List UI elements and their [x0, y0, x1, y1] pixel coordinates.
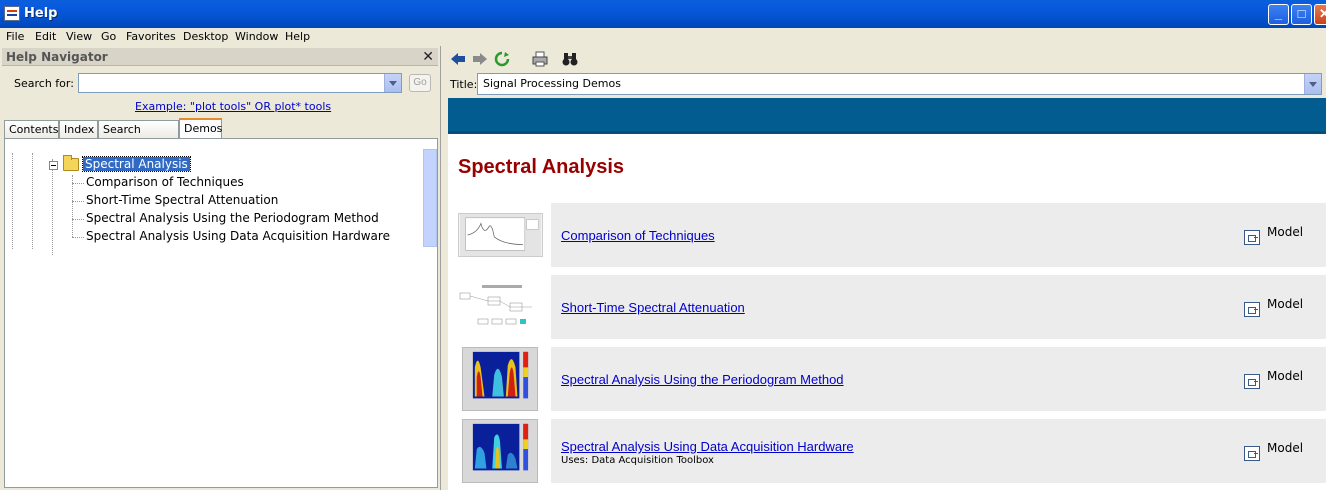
tree-guide-line	[32, 153, 33, 249]
title-select-value: Signal Processing Demos	[483, 77, 621, 90]
menu-desktop[interactable]: Desktop	[183, 30, 228, 43]
menu-view[interactable]: View	[66, 30, 92, 43]
menu-window[interactable]: Window	[235, 30, 278, 43]
demos-tree: Spectral Analysis Comparison of Techniqu…	[4, 138, 438, 488]
window-title: Help	[24, 6, 58, 21]
demo-thumbnail-comparison[interactable]	[458, 213, 543, 257]
tree-item-label: Comparison of Techniques	[86, 175, 244, 189]
search-example-link[interactable]: Example: "plot tools" OR plot* tools	[135, 100, 331, 113]
simulink-model-icon[interactable]	[1244, 302, 1260, 317]
tree-item-label: Spectral Analysis Using Data Acquisition…	[86, 229, 390, 243]
maximize-button[interactable]: □	[1291, 4, 1312, 25]
demo-box: Short-Time Spectral Attenuation Model	[551, 275, 1326, 339]
demo-row: Short-Time Spectral Attenuation Model	[448, 275, 1326, 339]
title-select[interactable]: Signal Processing Demos	[477, 73, 1322, 95]
window-titlebar[interactable]: Help _ □ ✕	[0, 0, 1326, 28]
menu-go[interactable]: Go	[101, 30, 116, 43]
find-binoculars-icon[interactable]	[562, 51, 578, 67]
model-label[interactable]: Model	[1267, 369, 1303, 383]
demo-box: Spectral Analysis Using the Periodogram …	[551, 347, 1326, 411]
search-label: Search for:	[14, 77, 74, 90]
tree-item[interactable]: Spectral Analysis Using the Periodogram …	[72, 211, 379, 225]
demo-link-comparison[interactable]: Comparison of Techniques	[561, 228, 715, 243]
minimize-button[interactable]: _	[1268, 4, 1289, 25]
tree-guide-line	[12, 153, 13, 249]
menu-favorites[interactable]: Favorites	[126, 30, 176, 43]
simulink-model-icon[interactable]	[1244, 446, 1260, 461]
help-navigator-panel: Help Navigator ✕ Search for: Go Example:…	[0, 46, 441, 490]
forward-arrow-icon[interactable]	[472, 51, 488, 67]
demo-row: Spectral Analysis Using Data Acquisition…	[448, 419, 1326, 483]
demo-box: Comparison of Techniques Model	[551, 203, 1326, 267]
simulink-model-icon[interactable]	[1244, 374, 1260, 389]
tree-scrollbar[interactable]	[423, 149, 437, 247]
tree-item-label: Spectral Analysis Using the Periodogram …	[86, 211, 379, 225]
go-button[interactable]: Go	[409, 74, 431, 92]
help-app-icon	[4, 6, 20, 21]
demo-thumbnail-short-time[interactable]	[458, 281, 543, 331]
demo-row: Spectral Analysis Using the Periodogram …	[448, 347, 1326, 411]
menu-help[interactable]: Help	[285, 30, 310, 43]
demo-link-data-acquisition[interactable]: Spectral Analysis Using Data Acquisition…	[561, 439, 854, 454]
tab-index[interactable]: Index	[59, 120, 98, 138]
tab-search-results[interactable]: Search Results	[98, 120, 179, 149]
title-label: Title:	[450, 78, 478, 91]
navigator-header: Help Navigator ✕	[2, 48, 438, 66]
demo-thumbnail-periodogram[interactable]	[462, 347, 538, 411]
folder-icon	[63, 155, 79, 171]
tree-folder-spectral-analysis[interactable]: Spectral Analysis	[82, 156, 191, 172]
search-input[interactable]	[78, 73, 402, 93]
print-icon[interactable]	[532, 51, 548, 67]
page-heading: Spectral Analysis	[458, 156, 625, 178]
demo-row: Comparison of Techniques Model	[448, 203, 1326, 267]
model-label[interactable]: Model	[1267, 297, 1303, 311]
demo-thumbnail-data-acquisition[interactable]	[462, 419, 538, 483]
refresh-icon[interactable]	[494, 51, 510, 67]
tree-item[interactable]: Comparison of Techniques	[72, 175, 244, 189]
help-viewer-panel: Title: Signal Processing Demos Spectral …	[444, 46, 1326, 490]
tree-guide-line	[52, 159, 53, 255]
demo-page: Spectral Analysis Comparison of Techniqu…	[448, 98, 1326, 490]
demo-link-periodogram[interactable]: Spectral Analysis Using the Periodogram …	[561, 372, 844, 387]
menu-edit[interactable]: Edit	[35, 30, 56, 43]
close-button[interactable]: ✕	[1314, 4, 1326, 25]
collapse-icon[interactable]	[49, 161, 58, 170]
tree-item[interactable]: Short-Time Spectral Attenuation	[72, 193, 279, 207]
model-label[interactable]: Model	[1267, 225, 1303, 239]
back-arrow-icon[interactable]	[450, 51, 466, 67]
simulink-model-icon[interactable]	[1244, 230, 1260, 245]
page-banner	[448, 98, 1326, 134]
close-navigator-icon[interactable]: ✕	[422, 48, 434, 65]
demo-link-short-time[interactable]: Short-Time Spectral Attenuation	[561, 300, 745, 315]
search-dropdown-icon[interactable]	[384, 74, 401, 92]
menu-file[interactable]: File	[6, 30, 24, 43]
model-label[interactable]: Model	[1267, 441, 1303, 455]
tab-contents[interactable]: Contents	[4, 120, 59, 138]
demo-requirement-text: Uses: Data Acquisition Toolbox	[561, 455, 714, 466]
tree-item[interactable]: Spectral Analysis Using Data Acquisition…	[72, 229, 390, 243]
demo-box: Spectral Analysis Using Data Acquisition…	[551, 419, 1326, 483]
tree-guide-line	[72, 175, 73, 237]
menu-bar: File Edit View Go Favorites Desktop Wind…	[0, 28, 1326, 46]
navigator-title: Help Navigator	[6, 50, 108, 64]
title-dropdown-icon[interactable]	[1304, 74, 1321, 94]
tree-item-label: Short-Time Spectral Attenuation	[86, 193, 279, 207]
tab-demos[interactable]: Demos	[179, 118, 222, 139]
